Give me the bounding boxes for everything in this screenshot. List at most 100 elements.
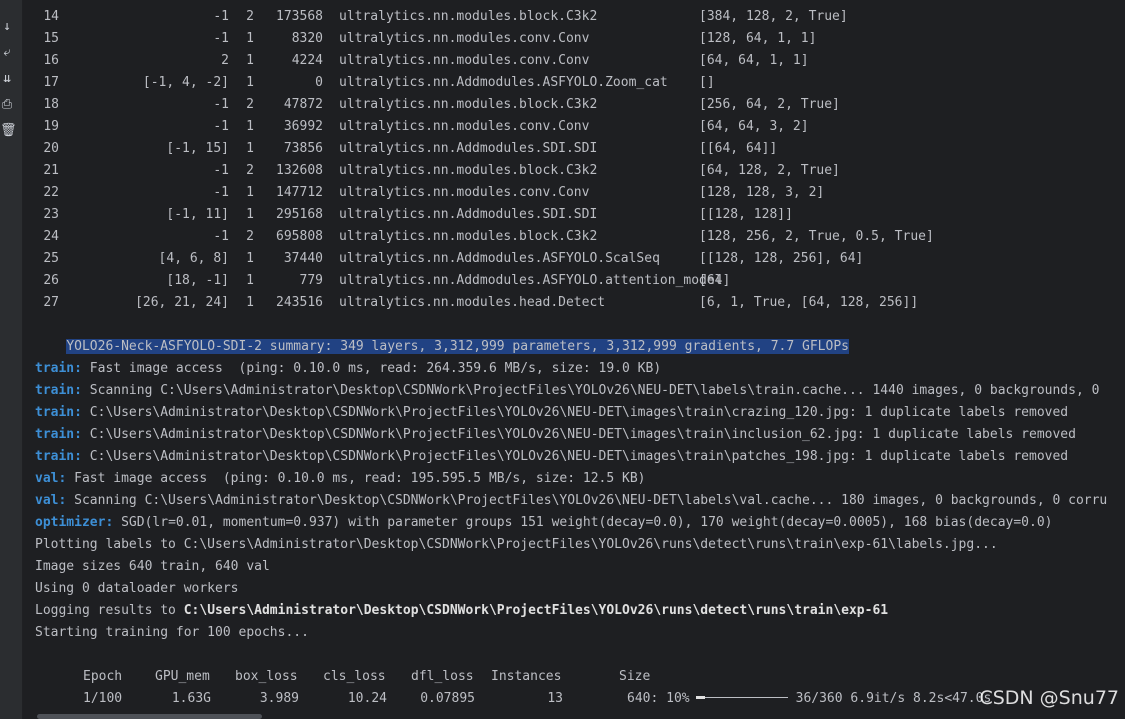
layer-n: 1 [246,185,254,200]
layer-from: [18, -1] [166,273,229,288]
layer-n: 1 [246,251,254,266]
scroll-to-end-icon[interactable]: ⇊ [0,72,14,86]
layer-args: [[128, 128, 256], 64] [699,251,864,266]
model-layer-row: 21 -1 2 132608 ultralytics.nn.modules.block.… [35,160,1115,182]
layer-idx: 17 [43,75,59,90]
layer-params: 132608 [276,163,323,178]
log-prefix: train: [35,383,82,398]
log-prefix: val: [35,471,67,486]
progress-bar-fill [695,696,705,699]
log-text: Scanning C:\Users\Administrator\Desktop\… [81,383,1100,398]
layer-n: 2 [246,163,254,178]
layer-args: [6, 1, True, [64, 128, 256]] [699,295,919,310]
selected-summary-text[interactable]: YOLO26-Neck-ASFYOLO-SDI-2 summary: 349 l… [66,339,849,354]
log-line: Using 0 dataloader workers [35,578,239,600]
header-epoch: Epoch [83,669,123,684]
logging-path: C:\Users\Administrator\Desktop\CSDNWork\… [183,603,889,618]
log-prefix: optimizer: [35,515,114,530]
horizontal-scrollbar[interactable] [37,714,262,719]
layer-params: 37440 [283,251,323,266]
log-line: Image sizes 640 train, 640 val [35,556,270,578]
log-line: Plotting labels to C:\Users\Administrato… [35,534,998,556]
layer-module: ultralytics.nn.modules.head.Detect [339,295,606,310]
log-text: Scanning C:\Users\Administrator\Desktop\… [66,493,1108,508]
layer-module: ultralytics.nn.modules.conv.Conv [339,31,590,46]
log-prefix: train: [35,449,82,464]
layer-args: [128, 128, 3, 2] [699,185,825,200]
model-layer-row: 17 [-1, 4, -2] 1 0 ultralytics.nn.Addmodules… [35,72,1115,94]
model-layer-row: 18 -1 2 47872 ultralytics.nn.modules.block.C… [35,94,1115,116]
layer-params: 243516 [276,295,323,310]
epoch-progress-line: 1/100 1.63G 3.989 10.24 0.07895 13 640: … [35,688,1115,710]
log-text: C:\Users\Administrator\Desktop\CSDNWork\… [81,405,1069,420]
dfl-loss-value: 0.07895 [420,691,475,706]
print-icon[interactable]: ⎙ [0,98,14,112]
layer-idx: 27 [43,295,59,310]
layer-idx: 21 [43,163,59,178]
layer-from: -1 [213,9,229,24]
layer-n: 1 [246,295,254,310]
layer-from: [-1, 15] [166,141,229,156]
layer-module: ultralytics.nn.Addmodules.ASFYOLO.ScalSe… [339,251,660,266]
layer-idx: 22 [43,185,59,200]
model-layer-row: 25 [4, 6, 8] 1 37440 ultralytics.nn.Addmodul… [35,248,1115,270]
header-gpu-mem: GPU_mem [155,669,210,684]
csdn-watermark: CSDN @Snu77 [979,687,1119,709]
layer-args: [64] [699,273,731,288]
log-text: C:\Users\Administrator\Desktop\CSDNWork\… [81,449,1069,464]
layer-n: 1 [246,207,254,222]
log-line: train: C:\Users\Administrator\Desktop\CS… [35,424,1076,446]
layer-from: 2 [221,53,229,68]
layer-n: 1 [246,31,254,46]
gpu-mem-value: 1.63G [171,691,211,706]
log-text: Using 0 dataloader workers [35,581,239,596]
layer-n: 2 [246,9,254,24]
layer-from: -1 [213,119,229,134]
layer-from: -1 [213,229,229,244]
size-value: 640: [627,691,659,706]
layer-from: [-1, 11] [166,207,229,222]
layer-params: 147712 [276,185,323,200]
log-text: C:\Users\Administrator\Desktop\CSDNWork\… [81,427,1076,442]
model-layer-row: 19 -1 1 36992 ultralytics.nn.modules.conv.Co… [35,116,1115,138]
layer-args: [] [699,75,715,90]
layer-idx: 24 [43,229,59,244]
layer-params: 295168 [276,207,323,222]
log-prefix: val: [35,493,67,508]
layer-args: [64, 128, 2, True] [699,163,840,178]
epoch-header: Epoch GPU_mem box_loss cls_loss dfl_loss… [35,666,1115,688]
header-cls-loss: cls_loss [323,669,386,684]
wrap-lines-icon[interactable]: ⤶ [0,46,14,60]
layer-idx: 26 [43,273,59,288]
layer-module: ultralytics.nn.modules.block.C3k2 [339,97,598,112]
progress-percent: 10% [666,691,690,706]
header-box-loss: box_loss [235,669,298,684]
arrow-down-icon[interactable]: ↓ [0,20,14,34]
log-line: train: C:\Users\Administrator\Desktop\CS… [35,446,1068,468]
progress-bar [695,696,788,699]
log-text: Fast image access (ping: 0.10.0 ms, read… [66,471,646,486]
console-gutter: ↓ ⤶ ⇊ ⎙ 🗑 [0,0,23,719]
layer-module: ultralytics.nn.modules.conv.Conv [339,119,590,134]
model-layer-row: 15 -1 1 8320 ultralytics.nn.modules.conv.Con… [35,28,1115,50]
layer-n: 1 [246,141,254,156]
layer-args: [64, 64, 3, 2] [699,119,809,134]
log-text: Fast image access (ping: 0.10.0 ms, read… [81,361,662,376]
model-layer-row: 23 [-1, 11] 1 295168 ultralytics.nn.Addmodul… [35,204,1115,226]
progress-group: 640: 10% 36/360 6.9it/s 8.2s<47.0s [627,688,991,710]
trash-icon[interactable]: 🗑 [0,124,17,138]
cls-loss-value: 10.24 [347,691,387,706]
layer-from: -1 [213,185,229,200]
model-layer-row: 27 [26, 21, 24] 1 243516 ultralytics.nn.modu… [35,292,1115,314]
box-loss-value: 3.989 [259,691,299,706]
layer-idx: 18 [43,97,59,112]
layer-params: 0 [315,75,323,90]
layer-n: 2 [246,97,254,112]
model-layer-row: 16 2 1 4224 ultralytics.nn.modules.conv.Conv… [35,50,1115,72]
log-line: val: Fast image access (ping: 0.10.0 ms,… [35,468,646,490]
layer-module: ultralytics.nn.modules.block.C3k2 [339,163,598,178]
layer-n: 1 [246,75,254,90]
layer-args: [384, 128, 2, True] [699,9,848,24]
starting-line: Starting training for 100 epochs... [35,625,309,640]
log-prefix: train: [35,427,82,442]
